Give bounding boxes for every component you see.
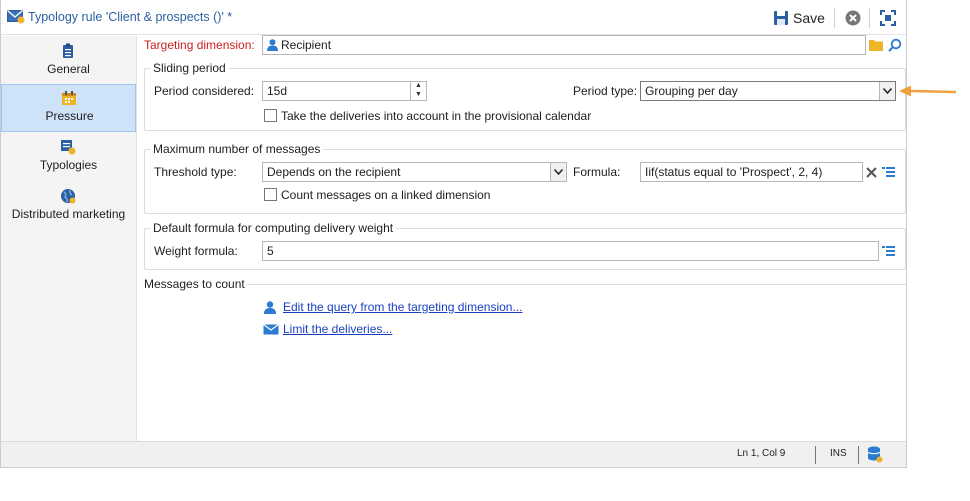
clear-icon[interactable] [866,167,877,178]
save-button[interactable]: Save [773,8,825,28]
weight-formula-label: Weight formula: [154,244,238,258]
period-considered-value: 15d [267,84,288,98]
formula-value: Iif(status equal to 'Prospect', 2, 4) [645,165,823,179]
formula-input[interactable]: Iif(status equal to 'Prospect', 2, 4) [640,162,863,182]
cursor-position: Ln 1, Col 9 [737,448,786,459]
spinner-up-icon[interactable]: ▲ [411,82,426,90]
database-icon[interactable] [867,446,883,463]
section-divider [246,284,906,285]
sidebar-item-distributed-marketing[interactable]: Distributed marketing [1,183,136,231]
search-icon[interactable] [888,38,902,52]
status-bar: Ln 1, Col 9 INS [1,441,906,467]
expression-editor-icon[interactable] [882,166,895,178]
threshold-type-label: Threshold type: [154,165,237,179]
sidebar-item-label: Distributed marketing [11,207,126,221]
sidebar-item-general[interactable]: General [1,38,136,86]
toolbar-separator [869,8,870,28]
weight-formula-value: 5 [267,244,274,258]
status-separator [815,446,816,464]
window-title: Typology rule 'Client & prospects ()' * [28,10,233,24]
clipboard-icon [63,43,73,58]
globe-icon [61,189,76,204]
chevron-down-icon[interactable] [879,82,895,100]
sidebar-item-label: Typologies [39,158,98,172]
sliding-period-title: Sliding period [150,61,229,75]
annotation-arrow-icon [899,85,957,97]
sidebar-item-pressure[interactable]: Pressure [1,84,136,132]
status-separator [858,446,859,464]
delivery-weight-title: Default formula for computing delivery w… [150,221,397,235]
linked-dimension-label: Count messages on a linked dimension [281,188,491,202]
edit-query-link[interactable]: Edit the query from the targeting dimens… [283,300,522,314]
messages-to-count-title: Messages to count [144,277,245,291]
linked-dimension-checkbox[interactable] [264,188,277,201]
cancel-icon[interactable] [844,9,862,27]
threshold-type-value: Depends on the recipient [267,165,401,179]
typologies-icon [61,140,76,155]
main-content: Targeting dimension: Recipient Sliding p… [138,35,906,441]
envelope-icon [263,324,279,335]
sidebar-item-label: General [47,62,90,76]
provisional-calendar-checkbox[interactable] [264,109,277,122]
period-considered-input[interactable]: 15d ▲ ▼ [262,81,427,101]
period-type-label: Period type: [573,84,638,98]
maximize-icon[interactable] [879,9,897,27]
folder-icon[interactable] [869,39,883,51]
threshold-type-select[interactable]: Depends on the recipient [262,162,567,182]
period-type-value: Grouping per day [645,84,738,98]
envelope-icon [7,10,25,24]
max-messages-title: Maximum number of messages [150,142,324,156]
formula-label: Formula: [573,165,621,179]
sidebar-item-label: Pressure [45,109,94,123]
toolbar-separator [834,8,835,28]
floppy-disk-icon [774,11,788,25]
typology-rule-window: Typology rule 'Client & prospects ()' * … [0,0,907,468]
weight-formula-input[interactable]: 5 [262,241,879,261]
limit-deliveries-link[interactable]: Limit the deliveries... [283,322,392,336]
person-icon [264,301,276,314]
sidebar: General Pressure Typologies Distributed … [1,36,137,441]
targeting-dimension-label: Targeting dimension: [144,38,255,52]
sidebar-item-typologies[interactable]: Typologies [1,134,136,182]
title-bar: Typology rule 'Client & prospects ()' * … [1,0,906,35]
spinner-down-icon[interactable]: ▼ [411,90,426,99]
provisional-calendar-label: Take the deliveries into account in the … [281,109,592,123]
person-icon [267,39,278,51]
save-label: Save [793,10,825,26]
period-spinner[interactable]: ▲ ▼ [410,82,426,100]
expression-editor-icon[interactable] [882,245,895,257]
targeting-dimension-value: Recipient [281,38,332,52]
chevron-down-icon[interactable] [550,163,566,181]
targeting-dimension-field[interactable]: Recipient [262,35,866,55]
calendar-icon [62,91,76,105]
insert-mode: INS [830,448,847,459]
period-considered-label: Period considered: [154,84,255,98]
period-type-select[interactable]: Grouping per day [640,81,896,101]
